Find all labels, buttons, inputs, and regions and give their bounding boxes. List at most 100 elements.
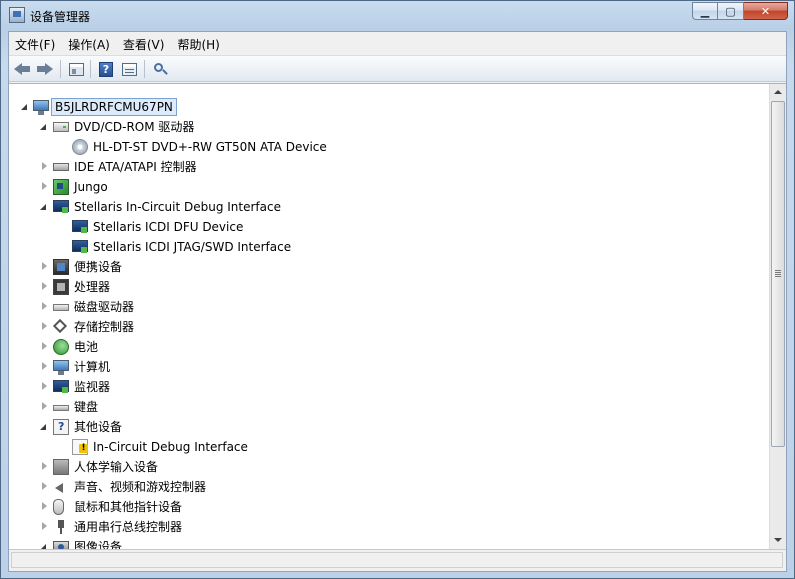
minimize-icon: ▁ — [700, 4, 710, 18]
forward-arrow-icon — [37, 63, 53, 75]
expander-expanded-icon[interactable] — [40, 122, 49, 131]
tree-category-node[interactable]: IDE ATA/ATAPI 控制器 — [9, 157, 769, 177]
tree-node-label: 磁盘驱动器 — [74, 300, 135, 314]
debug-device-icon — [72, 220, 88, 233]
tree-category-node[interactable]: 通用串行总线控制器 — [9, 517, 769, 537]
properties-button[interactable] — [119, 60, 139, 78]
forward-button[interactable] — [35, 60, 55, 78]
expander-collapsed-icon[interactable] — [40, 182, 49, 191]
show-hide-console-tree-button[interactable] — [66, 60, 86, 78]
window-title: 设备管理器 — [30, 10, 91, 24]
expander-collapsed-icon[interactable] — [40, 402, 49, 411]
other-devices-icon — [53, 419, 69, 435]
expander-collapsed-icon[interactable] — [40, 502, 49, 511]
scan-hardware-button[interactable] — [150, 60, 170, 78]
expander-expanded-icon[interactable] — [21, 102, 30, 111]
mouse-icon — [53, 499, 64, 515]
device-tree[interactable]: B5JLRDRFCMU67PN DVD/CD-ROM 驱动器 HL-DT-ST DV… — [9, 83, 786, 549]
tree-category-node[interactable]: 其他设备 — [9, 417, 769, 437]
monitor-icon — [53, 380, 69, 393]
expander-collapsed-icon[interactable] — [40, 362, 49, 371]
expander-collapsed-icon[interactable] — [40, 282, 49, 291]
tree-category-node[interactable]: 处理器 — [9, 277, 769, 297]
computer-icon — [53, 360, 69, 375]
keyboard-icon — [53, 405, 69, 411]
expander-collapsed-icon[interactable] — [40, 342, 49, 351]
storage-controller-icon — [53, 319, 69, 335]
title-bar[interactable]: 设备管理器 ▁ ▢ ✕ — [1, 1, 794, 31]
menu-action[interactable]: 操作(A) — [62, 32, 117, 54]
expander-expanded-icon[interactable] — [40, 542, 49, 549]
hid-icon — [53, 459, 69, 475]
tree-category-node[interactable]: 鼠标和其他指针设备 — [9, 497, 769, 517]
scroll-down-arrow[interactable] — [770, 532, 786, 549]
tree-node-label: 声音、视频和游戏控制器 — [74, 480, 207, 494]
tree-category-node[interactable]: Stellaris In-Circuit Debug Interface — [9, 197, 769, 217]
close-button[interactable]: ✕ — [744, 2, 788, 20]
tree-category-node[interactable]: 计算机 — [9, 357, 769, 377]
tree-category-node[interactable]: 磁盘驱动器 — [9, 297, 769, 317]
help-button[interactable]: ? — [96, 60, 116, 78]
tree-node-label: 监视器 — [74, 380, 111, 394]
vertical-scrollbar[interactable] — [769, 84, 786, 549]
tree-device-node[interactable]: Stellaris ICDI DFU Device — [9, 217, 769, 237]
tree-device-node[interactable]: HL-DT-ST DVD+-RW GT50N ATA Device — [9, 137, 769, 157]
expander-collapsed-icon[interactable] — [40, 522, 49, 531]
properties-icon — [121, 62, 137, 76]
expander-collapsed-icon[interactable] — [40, 262, 49, 271]
scroll-thumb[interactable] — [771, 101, 785, 447]
usb-icon — [53, 519, 69, 535]
expander-collapsed-icon[interactable] — [40, 382, 49, 391]
tree-node-label: 人体学输入设备 — [74, 460, 159, 474]
tree-node-label: 电池 — [74, 340, 99, 354]
debug-interface-icon — [53, 200, 69, 213]
tree-category-node[interactable]: 键盘 — [9, 397, 769, 417]
expander-collapsed-icon[interactable] — [40, 462, 49, 471]
expander-expanded-icon[interactable] — [40, 202, 49, 211]
show-hide-console-tree-icon — [68, 62, 84, 76]
tree-node-label: IDE ATA/ATAPI 控制器 — [74, 160, 197, 174]
tree-device-node[interactable]: Stellaris ICDI JTAG/SWD Interface — [9, 237, 769, 257]
tree-category-node[interactable]: DVD/CD-ROM 驱动器 — [9, 117, 769, 137]
expander-collapsed-icon[interactable] — [40, 302, 49, 311]
client-area: 文件(F) 操作(A) 查看(V) 帮助(H) ? B5JLRDRFCMU67P… — [8, 31, 787, 572]
tree-category-node[interactable]: 电池 — [9, 337, 769, 357]
tree-node-label: 其他设备 — [74, 420, 123, 434]
tree-node-label: 鼠标和其他指针设备 — [74, 500, 183, 514]
tree-node-label: 图像设备 — [74, 540, 123, 549]
tree-category-node[interactable]: Jungo — [9, 177, 769, 197]
status-bar — [9, 549, 786, 571]
menu-bar: 文件(F) 操作(A) 查看(V) 帮助(H) — [9, 32, 786, 54]
window-controls: ▁ ▢ ✕ — [692, 2, 788, 21]
back-button[interactable] — [12, 60, 32, 78]
tree-node-label: 处理器 — [74, 280, 111, 294]
scroll-up-arrow[interactable] — [770, 84, 786, 101]
expander-expanded-icon[interactable] — [40, 422, 49, 431]
expander-collapsed-icon[interactable] — [40, 482, 49, 491]
toolbar-separator — [144, 60, 145, 78]
expander-collapsed-icon[interactable] — [40, 162, 49, 171]
menu-help[interactable]: 帮助(H) — [171, 32, 226, 54]
tree-category-node[interactable]: 便携设备 — [9, 257, 769, 277]
menu-file[interactable]: 文件(F) — [9, 32, 62, 54]
tree-category-node[interactable]: 监视器 — [9, 377, 769, 397]
tree-device-node[interactable]: In-Circuit Debug Interface — [9, 437, 769, 457]
menu-view[interactable]: 查看(V) — [117, 32, 172, 54]
computer-icon — [33, 100, 49, 115]
camera-icon — [53, 541, 69, 549]
tree-category-node[interactable]: 声音、视频和游戏控制器 — [9, 477, 769, 497]
minimize-button[interactable]: ▁ — [692, 2, 718, 20]
maximize-button[interactable]: ▢ — [718, 2, 744, 20]
tree-node-label: Jungo — [74, 180, 108, 194]
tree-node-label: 便携设备 — [74, 260, 123, 274]
tree-category-node[interactable]: 人体学输入设备 — [9, 457, 769, 477]
toolbar-separator — [90, 60, 91, 78]
toolbar: ? — [9, 55, 786, 82]
tree-category-node[interactable]: 图像设备 — [9, 537, 769, 549]
tree-category-node[interactable]: 存储控制器 — [9, 317, 769, 337]
scroll-grip-icon — [775, 270, 781, 271]
scan-hardware-icon — [153, 62, 168, 77]
expander-collapsed-icon[interactable] — [40, 322, 49, 331]
tree-root-node[interactable]: B5JLRDRFCMU67PN — [9, 97, 769, 117]
battery-icon — [53, 339, 69, 355]
